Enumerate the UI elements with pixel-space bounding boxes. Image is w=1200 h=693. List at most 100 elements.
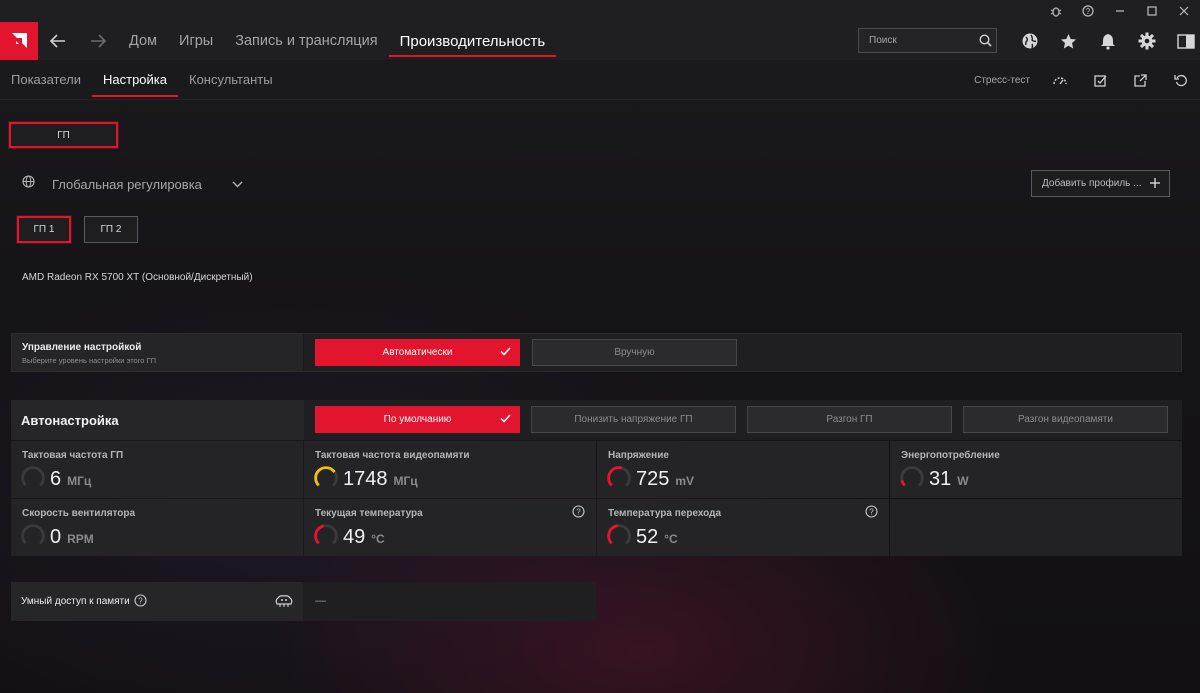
gauge-track bbox=[900, 466, 924, 490]
gauge-track bbox=[21, 466, 45, 490]
bug-icon[interactable] bbox=[1040, 0, 1072, 22]
metric-title: Энергопотребление bbox=[901, 450, 1000, 461]
metric-unit: mV bbox=[675, 474, 695, 488]
gpu-filter-button[interactable]: ГП bbox=[9, 122, 118, 148]
help-icon[interactable]: ? bbox=[865, 505, 878, 523]
metric-value: 31 bbox=[929, 468, 952, 490]
metric-unit: RPM bbox=[67, 532, 94, 546]
top-navigation: Дом Игры Запись и трансляция Производите… bbox=[0, 22, 1200, 60]
metric-value-row: 49 °C bbox=[343, 526, 385, 549]
profile-label: Глобальная регулировка bbox=[52, 176, 202, 192]
auto-tuning-header: Автонастройка bbox=[11, 400, 303, 440]
minimize-icon[interactable] bbox=[1104, 0, 1136, 22]
nav-tab-games[interactable]: Игры bbox=[168, 22, 224, 60]
amd-logo-icon[interactable] bbox=[0, 22, 38, 60]
window-controls: ? bbox=[1040, 0, 1200, 22]
forward-arrow-icon[interactable] bbox=[78, 22, 118, 60]
smart-access-label: Умный доступ к памяти bbox=[21, 596, 130, 607]
search-icon[interactable] bbox=[974, 34, 996, 47]
empty-metric-cell bbox=[890, 499, 1182, 556]
export-icon[interactable] bbox=[1120, 60, 1160, 100]
bell-icon[interactable] bbox=[1088, 22, 1127, 60]
subnav-actions: Стресс-тест bbox=[974, 60, 1200, 100]
metric-unit: W bbox=[957, 474, 969, 488]
svg-text:?: ? bbox=[1086, 7, 1091, 16]
metric-value-row: 6 МГц bbox=[50, 468, 91, 491]
metric-unit: °C bbox=[371, 532, 385, 546]
chevron-down-icon[interactable] bbox=[232, 175, 243, 193]
nav-tab-performance[interactable]: Производительность bbox=[388, 22, 557, 60]
svg-text:?: ? bbox=[869, 508, 874, 517]
overclock-vram-option[interactable]: Разгон видеопамяти bbox=[963, 406, 1168, 433]
metric-title: Скорость вентилятора bbox=[22, 508, 136, 519]
metric-tile: Температура перехода 52 °C? bbox=[597, 499, 889, 556]
gauge-icon bbox=[607, 466, 631, 490]
help-icon[interactable]: ? bbox=[134, 594, 147, 612]
metric-value: 52 bbox=[636, 526, 659, 548]
add-profile-button[interactable]: Добавить профиль ... bbox=[1031, 170, 1170, 197]
metric-tile: Напряжение 725 mV bbox=[597, 441, 889, 498]
gpu-1-button[interactable]: ГП 1 bbox=[17, 216, 71, 243]
search-placeholder: Поиск bbox=[869, 35, 897, 46]
back-arrow-icon[interactable] bbox=[38, 22, 78, 60]
gauge-fill bbox=[900, 466, 924, 490]
top-right-icons bbox=[1010, 22, 1200, 60]
svg-text:?: ? bbox=[138, 597, 143, 606]
metric-tile: Энергопотребление 31 W bbox=[890, 441, 1182, 498]
help-icon[interactable]: ? bbox=[1072, 0, 1104, 22]
metric-title: Тактовая частота ГП bbox=[22, 450, 124, 461]
sub-navigation: Показатели Настройка Консультанты Стресс… bbox=[0, 60, 1200, 100]
subnav-tab-metrics[interactable]: Показатели bbox=[0, 60, 92, 100]
auto-tuning-title: Автонастройка bbox=[21, 413, 119, 428]
svg-text:?: ? bbox=[576, 508, 581, 517]
metric-value: 0 bbox=[50, 526, 62, 548]
stress-test-label[interactable]: Стресс-тест bbox=[974, 75, 1030, 86]
nav-tab-home[interactable]: Дом bbox=[118, 22, 168, 60]
metric-tile: Тактовая частота ГП 6 МГц bbox=[11, 441, 303, 498]
close-icon[interactable] bbox=[1168, 0, 1200, 22]
metric-value-row: 52 °C bbox=[636, 526, 678, 549]
subnav-tab-tuning[interactable]: Настройка bbox=[92, 60, 178, 100]
metric-title: Напряжение bbox=[608, 450, 669, 461]
metric-tile: Скорость вентилятора 0 RPM bbox=[11, 499, 303, 556]
smart-access-label-cell: Умный доступ к памяти ? bbox=[11, 582, 303, 621]
reset-icon[interactable] bbox=[1160, 60, 1200, 100]
sidebar-icon[interactable] bbox=[1166, 22, 1200, 60]
metric-value-row: 31 W bbox=[929, 468, 969, 491]
help-icon[interactable]: ? bbox=[572, 505, 585, 523]
gpu-2-button[interactable]: ГП 2 bbox=[84, 216, 138, 243]
gauge-fill bbox=[314, 524, 338, 548]
manual-tuning-option[interactable]: Вручную bbox=[532, 339, 737, 366]
gauge-fill bbox=[607, 524, 631, 548]
maximize-icon[interactable] bbox=[1136, 0, 1168, 22]
metric-value: 6 bbox=[50, 468, 62, 490]
plus-icon bbox=[1149, 177, 1161, 192]
memory-chip-icon bbox=[274, 594, 294, 614]
speedometer-icon[interactable] bbox=[1040, 60, 1080, 100]
metric-value: 725 bbox=[636, 468, 670, 490]
profile-selector[interactable]: Глобальная регулировка bbox=[22, 173, 243, 195]
subnav-tab-advisors[interactable]: Консультанты bbox=[178, 60, 284, 100]
search-input[interactable]: Поиск bbox=[858, 28, 997, 53]
overclock-gpu-option[interactable]: Разгон ГП bbox=[747, 406, 952, 433]
check-box-icon[interactable] bbox=[1080, 60, 1120, 100]
check-icon bbox=[500, 346, 511, 359]
gauge-fill bbox=[607, 466, 631, 490]
metric-title: Тактовая частота видеопамяти bbox=[315, 450, 470, 461]
tuning-control-subtitle: Выберите уровень настройки этого ГП bbox=[22, 356, 157, 365]
auto-option-label: Автоматически bbox=[382, 347, 453, 358]
tuning-control-title: Управление настройкой bbox=[22, 342, 142, 353]
gauge-track bbox=[607, 524, 631, 548]
gpu-name: AMD Radeon RX 5700 XT (Основной/Дискретн… bbox=[22, 272, 253, 283]
gauge-icon bbox=[314, 524, 338, 548]
globe-icon[interactable] bbox=[1010, 22, 1049, 60]
gear-icon[interactable] bbox=[1127, 22, 1166, 60]
nav-tab-record-stream[interactable]: Запись и трансляция bbox=[224, 22, 388, 60]
metric-title: Температура перехода bbox=[608, 508, 722, 519]
undervolt-option[interactable]: Понизить напряжение ГП bbox=[531, 406, 736, 433]
auto-tuning-option[interactable]: Автоматически bbox=[315, 339, 520, 366]
default-option[interactable]: По умолчанию bbox=[315, 406, 520, 433]
star-icon[interactable] bbox=[1049, 22, 1088, 60]
gauge-track bbox=[21, 524, 45, 548]
metric-value-row: 1748 МГц bbox=[343, 468, 418, 491]
